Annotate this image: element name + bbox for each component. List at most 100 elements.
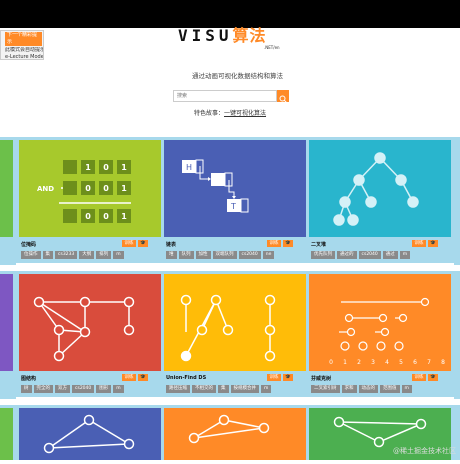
lecture-icon[interactable]: 🎓 bbox=[428, 240, 438, 247]
tag[interactable]: cs3233 bbox=[55, 251, 78, 259]
fenwick-tree-thumbnail: 0 1 2 3 4 5 6 7 8 bbox=[309, 274, 451, 371]
visualgo-logo[interactable]: VISU算法 .NET/en 通过动画可视化数据结构和算法 bbox=[178, 22, 288, 80]
partial-card-left-3[interactable] bbox=[0, 405, 16, 460]
tag[interactable]: ne bbox=[262, 251, 275, 259]
card-union-find[interactable]: Union-Find DS 训练 🎓 路径压缩 不相交的 集 按规模合并 m bbox=[161, 271, 309, 397]
partial-card-left-1[interactable] bbox=[0, 137, 16, 265]
lecture-icon[interactable]: 🎓 bbox=[138, 240, 148, 247]
partial-card-right-1[interactable] bbox=[454, 137, 460, 265]
bit-r0c1: 0 bbox=[103, 163, 109, 172]
train-badge[interactable]: 训练 bbox=[267, 240, 281, 247]
train-badge[interactable]: 训练 bbox=[412, 374, 426, 381]
tag[interactable]: 位操作 bbox=[21, 251, 41, 259]
tag[interactable]: 二叉索引树 bbox=[311, 385, 340, 393]
tag[interactable]: 集 bbox=[42, 251, 53, 259]
row3-thumbnail-1 bbox=[19, 408, 161, 460]
card-bitmask[interactable]: AND 1 0 1 0 0 1 0 0 1 位掩码 训练 🎓 位操作 集 cs3233 大纲… bbox=[16, 137, 164, 263]
partial-card-right-2[interactable] bbox=[454, 271, 460, 399]
tag[interactable]: 图形 bbox=[96, 385, 112, 393]
fenwick-index: 4 bbox=[385, 359, 389, 366]
tip-line-1: 此模式会自动提示 bbox=[5, 47, 43, 53]
search-button[interactable] bbox=[277, 90, 289, 103]
tag[interactable]: m bbox=[261, 385, 272, 393]
bit-r1c1: 0 bbox=[103, 184, 109, 193]
tag-list: 堆 队列 加性 双端队列 cs2040 ne bbox=[166, 251, 275, 259]
card-fenwick-tree[interactable]: 0 1 2 3 4 5 6 7 8 芬威克树 训练 🎓 二叉索引树 求和 动态的… bbox=[306, 271, 454, 397]
card-title[interactable]: 图结构 bbox=[21, 375, 36, 382]
tag[interactable]: m bbox=[113, 251, 124, 259]
tag-list: 路径压缩 不相交的 集 按规模合并 m bbox=[166, 385, 272, 393]
search-icon bbox=[279, 95, 287, 103]
tag-list: 位操作 集 cs3233 大纲 排列 m bbox=[21, 251, 124, 259]
tag[interactable]: 不相交的 bbox=[192, 385, 216, 393]
card-graph[interactable]: 图结构 训练 🎓 树 完全的 双方 cs2040 图形 m bbox=[16, 271, 164, 397]
lecture-icon[interactable]: 🎓 bbox=[283, 374, 293, 381]
logo-text: VISU算法 bbox=[178, 26, 267, 45]
lecture-icon[interactable]: 🎓 bbox=[428, 374, 438, 381]
featured-story-link[interactable]: 一键可视化算法 bbox=[224, 110, 266, 117]
tag[interactable]: cs2040 bbox=[358, 251, 381, 259]
train-badge[interactable]: 训练 bbox=[267, 374, 281, 381]
bitmask-thumbnail: AND 1 0 1 0 0 1 0 0 1 bbox=[19, 140, 161, 237]
site-subtitle: 通过动画可视化数据结构和算法 bbox=[192, 72, 283, 80]
tag[interactable]: 队列 bbox=[178, 251, 194, 259]
tag[interactable]: 大纲 bbox=[79, 251, 95, 259]
card-row3-2[interactable] bbox=[161, 405, 309, 460]
tag[interactable]: 通过 bbox=[382, 251, 398, 259]
tag[interactable]: 排列 bbox=[96, 251, 112, 259]
tag[interactable]: 动态的 bbox=[358, 385, 378, 393]
tag[interactable]: 求和 bbox=[341, 385, 357, 393]
head-label: H bbox=[186, 163, 192, 172]
tag[interactable]: 优先队列 bbox=[311, 251, 335, 259]
tag[interactable]: 堆 bbox=[166, 251, 177, 259]
row3-thumbnail-2 bbox=[164, 408, 306, 460]
card-linked-list[interactable]: H T 链表 训练 🎓 堆 队列 加性 双端队列 cs2040 ne bbox=[161, 137, 309, 263]
tail-label: T bbox=[230, 202, 236, 211]
tag[interactable]: 完全的 bbox=[33, 385, 53, 393]
tag[interactable]: 双方 bbox=[55, 385, 70, 393]
train-badge[interactable]: 训练 bbox=[412, 240, 426, 247]
fenwick-index: 2 bbox=[357, 359, 361, 366]
card-title[interactable]: 位掩码 bbox=[21, 241, 36, 248]
search-input[interactable] bbox=[173, 90, 277, 102]
card-title[interactable]: 链表 bbox=[166, 241, 176, 248]
bit-r1c2: 1 bbox=[121, 184, 127, 193]
partial-card-left-2[interactable] bbox=[0, 271, 16, 399]
fenwick-index: 7 bbox=[427, 359, 431, 366]
linked-list-thumbnail: H T bbox=[164, 140, 306, 237]
watermark: @稀土掘金技术社区 bbox=[393, 447, 456, 455]
card-binary-heap[interactable]: 二叉堆 训练 🎓 优先队列 通过的 cs2040 通过 m bbox=[306, 137, 454, 263]
tag-list: 二叉索引树 求和 动态的 范围值 m bbox=[311, 385, 412, 393]
lecture-icon[interactable]: 🎓 bbox=[138, 374, 148, 381]
train-badge[interactable]: 训练 bbox=[122, 374, 136, 381]
bit-r2c2: 1 bbox=[121, 212, 127, 221]
search-bar bbox=[173, 90, 289, 103]
tag[interactable]: m bbox=[399, 251, 411, 259]
tag[interactable]: cs2040 bbox=[238, 251, 261, 259]
card-title[interactable]: 芬威克树 bbox=[311, 375, 331, 382]
bitmask-op-label: AND bbox=[37, 185, 54, 193]
tag[interactable]: 按规模合并 bbox=[230, 385, 259, 393]
fenwick-index: 1 bbox=[343, 359, 347, 366]
graph-thumbnail bbox=[19, 274, 161, 371]
tag[interactable]: 加性 bbox=[195, 251, 211, 259]
tag[interactable]: m bbox=[401, 385, 412, 393]
lecture-icon[interactable]: 🎓 bbox=[283, 240, 293, 247]
train-badge[interactable]: 训练 bbox=[122, 240, 136, 247]
tag[interactable]: 树 bbox=[21, 385, 32, 393]
tag[interactable]: 通过的 bbox=[337, 251, 357, 259]
card-title[interactable]: 二叉堆 bbox=[311, 241, 326, 248]
card-title[interactable]: Union-Find DS bbox=[166, 375, 206, 381]
tag[interactable]: m bbox=[113, 385, 124, 393]
tag[interactable]: 路径压缩 bbox=[166, 385, 190, 393]
bit-r2c0: 0 bbox=[85, 212, 91, 221]
featured-story: 特色故事：一键可视化算法 bbox=[193, 110, 267, 117]
logo-net-label: .NET/en bbox=[264, 45, 280, 50]
tag[interactable]: 双端队列 bbox=[212, 251, 237, 259]
tag[interactable]: 范围值 bbox=[380, 385, 400, 393]
tag[interactable]: 集 bbox=[218, 385, 229, 393]
bit-r0c0: 1 bbox=[85, 163, 91, 172]
next-tip-button[interactable]: 下一个精彩提示 bbox=[5, 32, 42, 46]
tag[interactable]: cs2040 bbox=[72, 385, 95, 393]
card-row3-1[interactable] bbox=[16, 405, 164, 460]
